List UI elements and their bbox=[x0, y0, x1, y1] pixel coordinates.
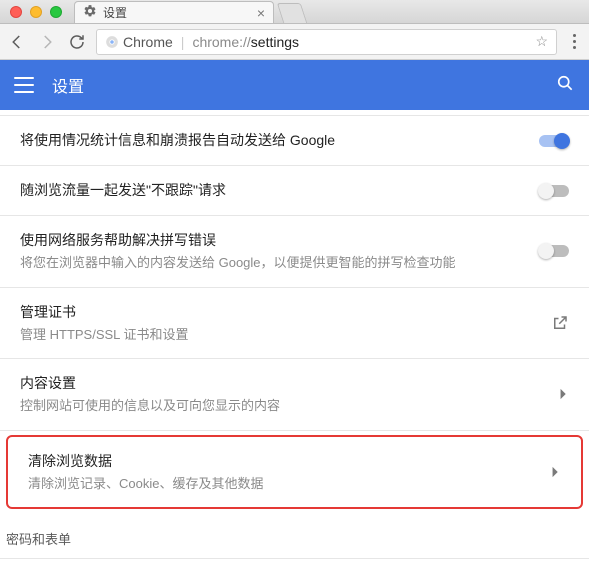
row-title: 将使用情况统计信息和崩溃报告自动发送给 Google bbox=[20, 130, 533, 151]
row-subtitle: 控制网站可使用的信息以及可向您显示的内容 bbox=[20, 396, 533, 416]
chevron-right-icon bbox=[533, 388, 569, 400]
row-title: 随浏览流量一起发送"不跟踪"请求 bbox=[20, 180, 533, 201]
bookmark-star-icon[interactable]: ☆ bbox=[535, 33, 548, 50]
settings-header: 设置 bbox=[0, 60, 589, 110]
toggle-usage-stats[interactable] bbox=[539, 135, 569, 147]
open-external-icon bbox=[533, 314, 569, 332]
toggle-do-not-track[interactable] bbox=[539, 185, 569, 197]
row-spellcheck[interactable]: 使用网络服务帮助解决拼写错误 将您在浏览器中输入的内容发送给 Google，以便… bbox=[0, 216, 589, 288]
row-subtitle: 管理 HTTPS/SSL 证书和设置 bbox=[20, 325, 533, 345]
tab-title: 设置 bbox=[103, 4, 127, 21]
close-tab-icon[interactable]: × bbox=[257, 6, 265, 20]
row-subtitle: 将您在浏览器中输入的内容发送给 Google，以便提供更智能的拼写检查功能 bbox=[20, 253, 533, 273]
close-window-button[interactable] bbox=[10, 6, 22, 18]
tab-settings[interactable]: 设置 × bbox=[74, 1, 274, 23]
browser-menu-button[interactable] bbox=[565, 34, 583, 49]
window-chrome: 设置 × bbox=[0, 0, 589, 24]
new-tab-button[interactable] bbox=[277, 3, 307, 23]
search-icon[interactable] bbox=[555, 73, 575, 98]
address-bar[interactable]: Chrome | chrome://settings ☆ bbox=[96, 29, 557, 55]
highlight-clear-data: 清除浏览数据 清除浏览记录、Cookie、缓存及其他数据 bbox=[6, 435, 583, 510]
url-divider: | bbox=[181, 34, 185, 50]
forward-button[interactable] bbox=[36, 31, 58, 53]
reload-button[interactable] bbox=[66, 31, 88, 53]
gear-icon bbox=[83, 4, 97, 21]
menu-icon[interactable] bbox=[14, 77, 34, 93]
row-content-settings[interactable]: 内容设置 控制网站可使用的信息以及可向您显示的内容 bbox=[0, 359, 589, 431]
tab-strip: 设置 × bbox=[74, 0, 304, 23]
traffic-lights bbox=[0, 6, 62, 18]
row-usage-stats[interactable]: 将使用情况统计信息和崩溃报告自动发送给 Google bbox=[0, 116, 589, 166]
row-do-not-track[interactable]: 随浏览流量一起发送"不跟踪"请求 bbox=[0, 166, 589, 216]
row-title: 内容设置 bbox=[20, 373, 533, 394]
zoom-window-button[interactable] bbox=[50, 6, 62, 18]
row-title: 管理证书 bbox=[20, 302, 533, 323]
minimize-window-button[interactable] bbox=[30, 6, 42, 18]
toolbar: Chrome | chrome://settings ☆ bbox=[0, 24, 589, 60]
row-title: 使用网络服务帮助解决拼写错误 bbox=[20, 230, 533, 251]
url-scheme-label: Chrome bbox=[123, 34, 173, 50]
page-title: 设置 bbox=[52, 73, 84, 97]
back-button[interactable] bbox=[6, 31, 28, 53]
chevron-right-icon bbox=[525, 466, 561, 478]
row-clear-browsing-data[interactable]: 清除浏览数据 清除浏览记录、Cookie、缓存及其他数据 bbox=[8, 437, 581, 508]
section-passwords-forms: 密码和表单 bbox=[0, 517, 589, 554]
row-autofill-settings[interactable]: 自动填充设置 启用自动填充功能后，只需点击一次即可填写多个表单 bbox=[0, 559, 589, 574]
chrome-badge: Chrome bbox=[105, 34, 173, 50]
url-path: settings bbox=[251, 34, 299, 50]
row-manage-certificates[interactable]: 管理证书 管理 HTTPS/SSL 证书和设置 bbox=[0, 288, 589, 360]
settings-list: 将使用情况统计信息和崩溃报告自动发送给 Google 随浏览流量一起发送"不跟踪… bbox=[0, 110, 589, 574]
url-prefix: chrome:// bbox=[192, 34, 250, 50]
row-title: 清除浏览数据 bbox=[28, 451, 525, 472]
toggle-spellcheck[interactable] bbox=[539, 245, 569, 257]
row-subtitle: 清除浏览记录、Cookie、缓存及其他数据 bbox=[28, 474, 525, 494]
